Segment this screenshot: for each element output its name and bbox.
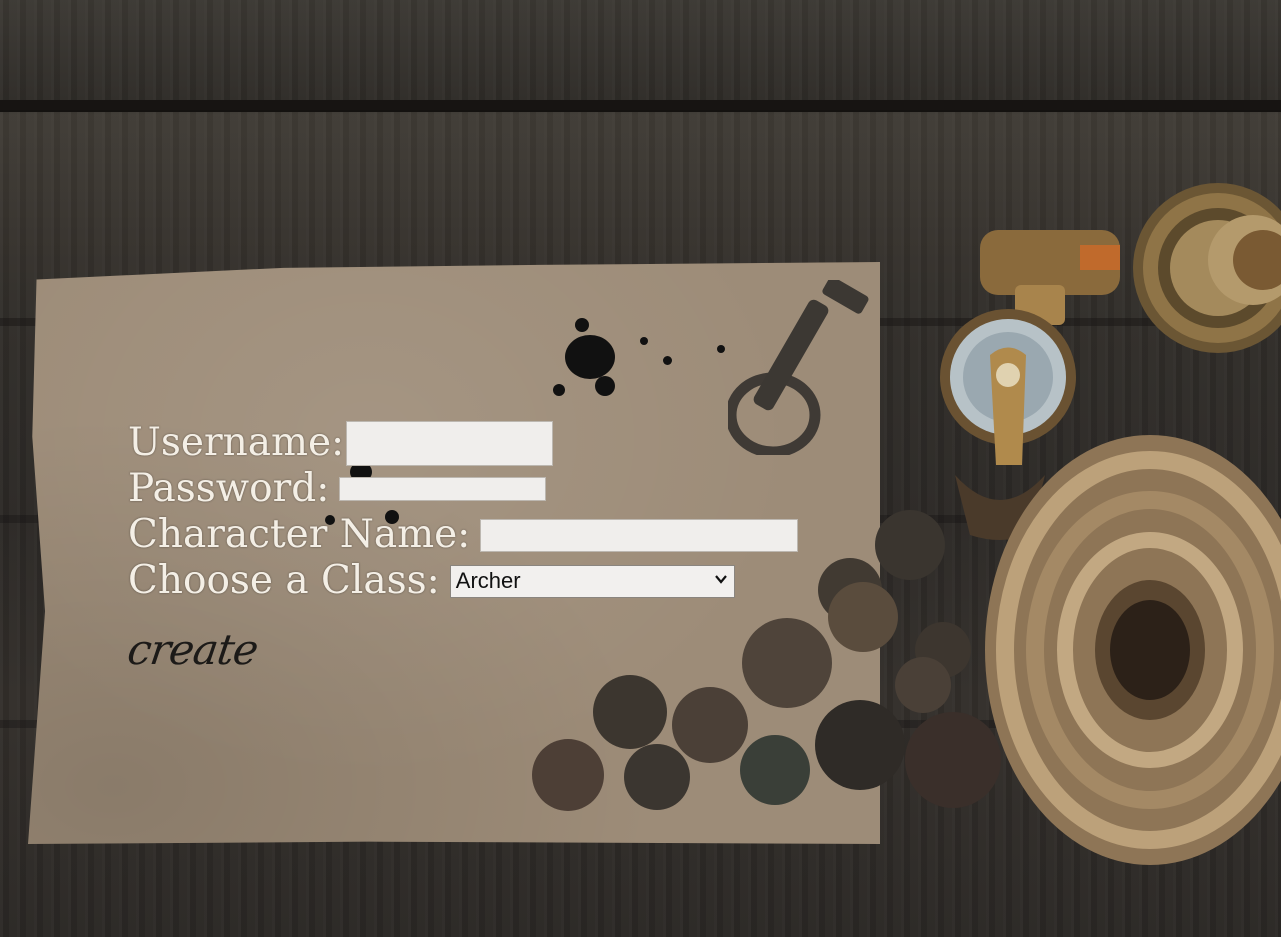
username-label: Username:: [128, 420, 345, 465]
ink-splatter: [663, 356, 672, 365]
class-select-value: Archer: [455, 568, 521, 593]
character-name-label: Character Name:: [128, 512, 471, 557]
antique-key-image: [728, 280, 869, 455]
rope-coil-image: [985, 435, 1281, 865]
ink-splatter: [575, 318, 589, 332]
ink-splatter: [565, 335, 615, 379]
character-name-input[interactable]: [480, 518, 799, 552]
ink-splatter: [717, 345, 725, 353]
username-input[interactable]: [346, 420, 554, 466]
password-label: Password:: [128, 466, 330, 511]
class-label: Choose a Class:: [128, 558, 440, 603]
ink-splatter: [640, 337, 648, 345]
character-name-row: Character Name:: [128, 512, 799, 558]
password-row: Password:: [128, 466, 547, 512]
ink-splatter: [553, 384, 565, 396]
username-row: Username:: [128, 420, 554, 466]
password-input[interactable]: [339, 477, 547, 501]
create-button[interactable]: create: [125, 625, 261, 674]
chevron-down-icon: [714, 574, 727, 584]
brass-lamp-image: [1133, 183, 1281, 353]
class-select[interactable]: Archer: [449, 564, 735, 598]
class-row: Choose a Class: Archer: [128, 558, 735, 604]
ink-splatter: [595, 376, 615, 396]
plank-gap: [0, 100, 1281, 110]
